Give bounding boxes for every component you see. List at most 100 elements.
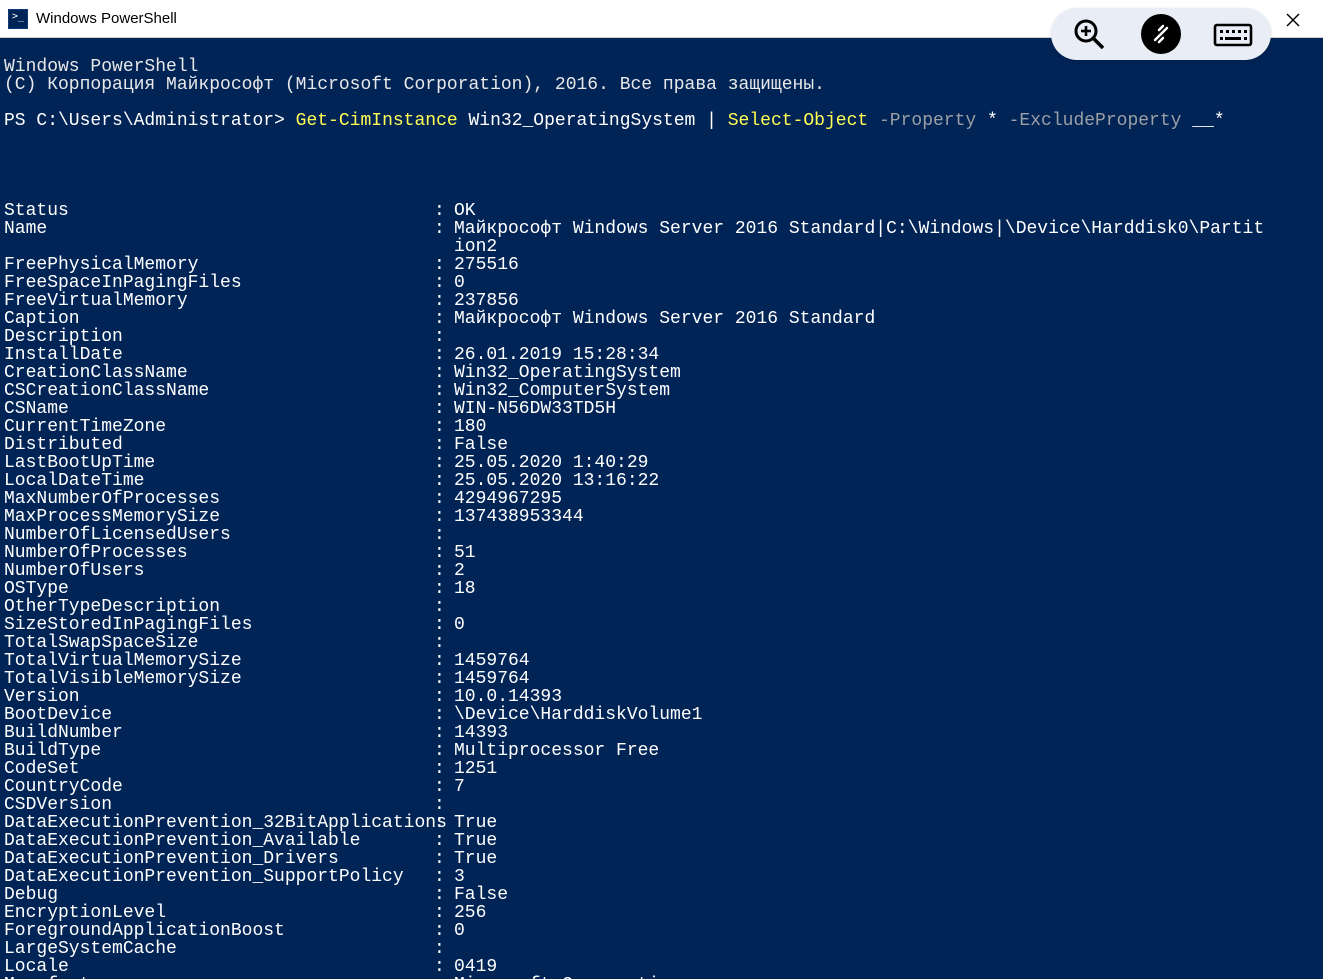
property-row: LocalDateTime: 25.05.2020 13:16:22 xyxy=(4,472,1319,490)
property-value: 1459764 xyxy=(454,651,530,671)
property-key: FreeSpaceInPagingFiles xyxy=(4,274,434,292)
property-value: Win32_ComputerSystem xyxy=(454,381,670,401)
property-key: ForegroundApplicationBoost xyxy=(4,922,434,940)
separator: : xyxy=(434,364,454,382)
property-value: 1459764 xyxy=(454,669,530,689)
property-value: 0 xyxy=(454,273,465,293)
param-1: -Property xyxy=(868,111,987,131)
separator: : xyxy=(434,580,454,598)
property-row: CSName: WIN-N56DW33TD5H xyxy=(4,400,1319,418)
terminal-area[interactable]: Windows PowerShell (C) Корпорация Майкро… xyxy=(0,38,1323,979)
property-row: CSCreationClassName: Win32_ComputerSyste… xyxy=(4,382,1319,400)
separator: : xyxy=(434,526,454,544)
separator: : xyxy=(434,958,454,976)
property-value: True xyxy=(454,831,497,851)
remote-toolbar xyxy=(1051,8,1271,60)
property-key: LargeSystemCache xyxy=(4,940,434,958)
close-icon xyxy=(1286,13,1300,27)
close-button[interactable] xyxy=(1273,6,1313,34)
header-line-2: (C) Корпорация Майкрософт (Microsoft Cor… xyxy=(4,75,825,95)
property-value: 25.05.2020 1:40:29 xyxy=(454,453,648,473)
property-value: 10.0.14393 xyxy=(454,687,562,707)
property-key: Debug xyxy=(4,886,434,904)
property-key: BuildType xyxy=(4,742,434,760)
property-row: BuildNumber: 14393 xyxy=(4,724,1319,742)
property-value: 275516 xyxy=(454,255,519,275)
property-key: NumberOfUsers xyxy=(4,562,434,580)
window-title: Windows PowerShell xyxy=(36,10,177,27)
property-row: CSDVersion: xyxy=(4,796,1319,814)
property-row: InstallDate: 26.01.2019 15:28:34 xyxy=(4,346,1319,364)
property-row: OSType: 18 xyxy=(4,580,1319,598)
property-value: 51 xyxy=(454,543,476,563)
property-value: 237856 xyxy=(454,291,519,311)
property-key: Locale xyxy=(4,958,434,976)
property-key: FreePhysicalMemory xyxy=(4,256,434,274)
property-key: EncryptionLevel xyxy=(4,904,434,922)
separator: : xyxy=(434,202,454,220)
property-row: Description: xyxy=(4,328,1319,346)
separator: : xyxy=(434,274,454,292)
separator: : xyxy=(434,292,454,310)
property-row: Caption: Майкрософт Windows Server 2016 … xyxy=(4,310,1319,328)
property-row: FreePhysicalMemory: 275516 xyxy=(4,256,1319,274)
property-key: DataExecutionPrevention_Drivers xyxy=(4,850,434,868)
separator: : xyxy=(434,940,454,958)
separator: : xyxy=(434,724,454,742)
property-key: TotalVisibleMemorySize xyxy=(4,670,434,688)
keyboard-icon xyxy=(1213,19,1253,49)
separator: : xyxy=(434,346,454,364)
property-value: 1251 xyxy=(454,759,497,779)
cmdlet-2: Select-Object xyxy=(717,111,868,131)
property-row: ForegroundApplicationBoost: 0 xyxy=(4,922,1319,940)
keyboard-button[interactable] xyxy=(1213,14,1253,54)
property-key: CSDVersion xyxy=(4,796,434,814)
zoom-button[interactable] xyxy=(1069,14,1109,54)
zoom-in-icon xyxy=(1072,17,1106,51)
separator: : xyxy=(434,832,454,850)
property-value: 180 xyxy=(454,417,486,437)
separator: : xyxy=(434,850,454,868)
property-row: FreeSpaceInPagingFiles: 0 xyxy=(4,274,1319,292)
property-key: CSCreationClassName xyxy=(4,382,434,400)
property-key: Name xyxy=(4,220,434,238)
property-row: LastBootUpTime: 25.05.2020 1:40:29 xyxy=(4,454,1319,472)
separator: : xyxy=(434,814,454,832)
property-value: Майкрософт Windows Server 2016 Standard xyxy=(454,309,875,329)
separator: : xyxy=(434,742,454,760)
property-row: DataExecutionPrevention_32BitApplication… xyxy=(4,814,1319,832)
separator: : xyxy=(434,508,454,526)
property-row: NumberOfLicensedUsers: xyxy=(4,526,1319,544)
separator: : xyxy=(434,670,454,688)
property-value: 256 xyxy=(454,903,486,923)
property-key: NumberOfLicensedUsers xyxy=(4,526,434,544)
connection-icon xyxy=(1141,14,1181,54)
property-key: FreeVirtualMemory xyxy=(4,292,434,310)
property-value-continuation: ion2 xyxy=(4,238,1319,256)
property-row: DataExecutionPrevention_Drivers: True xyxy=(4,850,1319,868)
property-value: True xyxy=(454,813,497,833)
property-key: LastBootUpTime xyxy=(4,454,434,472)
connection-button[interactable] xyxy=(1141,14,1181,54)
property-value: Microsoft Corporation xyxy=(454,975,681,979)
property-row: CurrentTimeZone: 180 xyxy=(4,418,1319,436)
separator: : xyxy=(434,760,454,778)
property-key: CountryCode xyxy=(4,778,434,796)
property-key: OSType xyxy=(4,580,434,598)
property-row: NumberOfProcesses: 51 xyxy=(4,544,1319,562)
property-row: CountryCode: 7 xyxy=(4,778,1319,796)
property-row: BuildType: Multiprocessor Free xyxy=(4,742,1319,760)
separator: : xyxy=(434,616,454,634)
property-row: LargeSystemCache: xyxy=(4,940,1319,958)
blank-line xyxy=(4,94,1319,112)
properties-output: Status: OKName: Майкрософт Windows Serve… xyxy=(4,202,1319,979)
property-value: 0419 xyxy=(454,957,497,977)
cmdlet-1: Get-CimInstance xyxy=(296,111,458,131)
property-value: 2 xyxy=(454,561,465,581)
property-row: TotalVisibleMemorySize: 1459764 xyxy=(4,670,1319,688)
separator: : xyxy=(434,490,454,508)
property-row: Debug: False xyxy=(4,886,1319,904)
property-value: 3 xyxy=(454,867,465,887)
separator: : xyxy=(434,904,454,922)
property-value: 4294967295 xyxy=(454,489,562,509)
